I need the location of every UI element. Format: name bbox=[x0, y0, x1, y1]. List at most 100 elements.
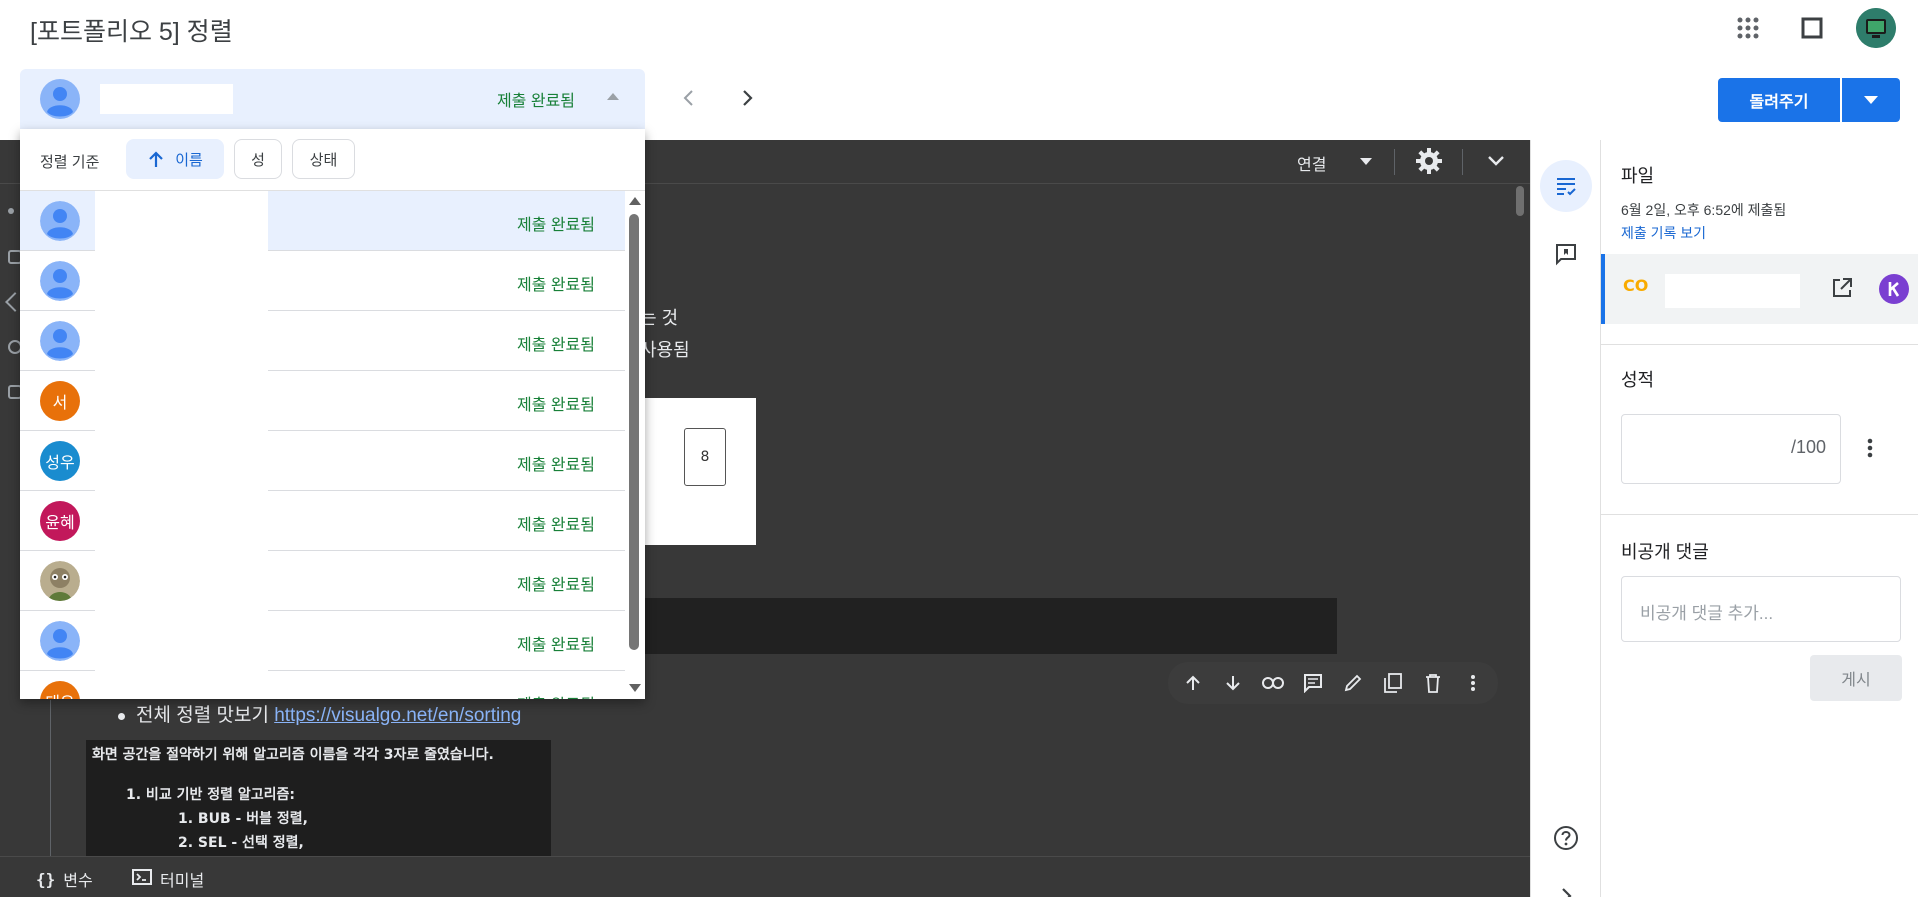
bullet-prefix: 전체 정렬 맛보기 bbox=[136, 705, 275, 726]
student-selector[interactable]: 제출 완료됨 bbox=[20, 69, 645, 129]
sort-chip-surname[interactable]: 성 bbox=[234, 139, 282, 179]
sort-chip-label: 성 bbox=[251, 151, 265, 169]
initials-avatar: 태우 bbox=[40, 681, 80, 699]
initials-avatar: 성우 bbox=[40, 441, 80, 481]
link-icon[interactable] bbox=[1258, 668, 1288, 698]
chevron-right-icon[interactable] bbox=[732, 82, 764, 114]
sort-chip-label: 이름 bbox=[175, 151, 203, 169]
notebook-bottom-bar: {} 변수 터미널 bbox=[0, 856, 1530, 897]
visualgo-link[interactable]: https://visualgo.net/en/sorting bbox=[274, 705, 521, 726]
connect-dropdown-icon[interactable] bbox=[1360, 158, 1372, 165]
edit-icon[interactable] bbox=[1338, 668, 1368, 698]
sort-bar: 정렬 기준 이름 성 상태 bbox=[20, 129, 645, 191]
default-avatar-icon bbox=[40, 321, 80, 361]
square-icon[interactable] bbox=[1792, 8, 1832, 48]
cell-gutter bbox=[50, 700, 51, 860]
more-vert-icon[interactable] bbox=[1867, 438, 1873, 463]
bullet-text: 전체 정렬 맛보기 https://visualgo.net/en/sortin… bbox=[136, 700, 521, 727]
help-icon[interactable] bbox=[1540, 812, 1592, 864]
private-comment-input[interactable]: 비공개 댓글 추가... bbox=[1621, 576, 1901, 642]
student-status: 제출 완료됨 bbox=[516, 517, 595, 534]
toolbar-divider bbox=[1462, 149, 1463, 175]
apps-grid-icon[interactable] bbox=[1728, 8, 1768, 48]
copy-icon[interactable] bbox=[1378, 668, 1408, 698]
rubric-icon[interactable] bbox=[1540, 160, 1592, 212]
terminal-button[interactable]: 터미널 bbox=[132, 867, 204, 891]
attached-file-card[interactable]: CO bbox=[1601, 254, 1918, 324]
chevron-down-icon[interactable] bbox=[1485, 150, 1507, 177]
initials-avatar: 윤혜 bbox=[40, 501, 80, 541]
sort-chip-name[interactable]: 이름 bbox=[126, 139, 224, 179]
file-heading: 파일 bbox=[1621, 166, 1655, 186]
page-title: [포트폴리오 5] 정렬 bbox=[30, 18, 233, 46]
section-divider bbox=[1601, 514, 1918, 515]
sort-label: 정렬 기준 bbox=[40, 154, 100, 171]
submitted-at: 6월 2일, 오후 6:52에 제출됨 bbox=[1621, 202, 1787, 218]
code-image-line: 2. SEL - 선택 정렬, bbox=[178, 835, 304, 851]
open-external-icon[interactable] bbox=[1831, 277, 1853, 304]
comment-icon[interactable] bbox=[1298, 668, 1328, 698]
variables-button[interactable]: {} 변수 bbox=[36, 867, 93, 891]
default-avatar-icon bbox=[40, 261, 80, 301]
grading-page: [포트폴리오 5] 정렬 제출 완료됨 돌려주기 연결 는 것 사용됨 8 전체… bbox=[0, 0, 1918, 897]
photo-avatar bbox=[40, 561, 80, 601]
viewer-scrollbar[interactable] bbox=[1516, 186, 1524, 216]
grade-out-of: /100 bbox=[1790, 437, 1826, 457]
more-vert-icon[interactable] bbox=[1458, 668, 1488, 698]
student-names-redacted bbox=[95, 191, 268, 699]
collapse-caret-icon[interactable] bbox=[607, 93, 619, 100]
terminal-label: 터미널 bbox=[160, 873, 205, 890]
default-avatar-icon bbox=[40, 201, 80, 241]
colab-icon: CO bbox=[1623, 276, 1649, 295]
gear-icon[interactable] bbox=[1414, 146, 1444, 181]
kami-icon[interactable] bbox=[1879, 274, 1909, 304]
dropdown-scrollbar-thumb[interactable] bbox=[629, 214, 639, 650]
arrow-up-icon[interactable] bbox=[1178, 668, 1208, 698]
student-status: 제출 완료됨 bbox=[516, 217, 595, 234]
sort-chip-status[interactable]: 상태 bbox=[292, 139, 355, 179]
student-status: 제출 완료됨 bbox=[517, 691, 595, 699]
right-icon-rail bbox=[1530, 140, 1600, 897]
notebook-text-fragment: 사용됨 bbox=[640, 340, 690, 360]
image-array-box: 8 bbox=[684, 428, 726, 486]
student-name-redacted bbox=[100, 84, 233, 114]
top-bar: [포트폴리오 5] 정렬 제출 완료됨 돌려주기 bbox=[0, 0, 1918, 140]
sort-chip-label: 상태 bbox=[309, 151, 338, 169]
private-comment-heading: 비공개 댓글 bbox=[1621, 542, 1709, 562]
post-comment-button[interactable]: 게시 bbox=[1810, 655, 1902, 701]
chevron-right-icon[interactable] bbox=[1540, 870, 1592, 897]
comment-placeholder: 비공개 댓글 추가... bbox=[1640, 604, 1774, 623]
scroll-up-icon[interactable] bbox=[629, 197, 641, 205]
student-nav bbox=[672, 82, 764, 114]
grading-side-panel: 파일 6월 2일, 오후 6:52에 제출됨 제출 기록 보기 CO 성적 /1… bbox=[1600, 140, 1918, 897]
grade-input[interactable]: /100 bbox=[1621, 414, 1841, 484]
return-button[interactable]: 돌려주기 bbox=[1718, 78, 1840, 122]
student-status: 제출 완료됨 bbox=[516, 457, 595, 474]
terminal-icon bbox=[132, 868, 152, 890]
trash-icon[interactable] bbox=[1418, 668, 1448, 698]
user-avatar-icon[interactable] bbox=[1856, 8, 1896, 48]
scroll-down-icon[interactable] bbox=[629, 684, 641, 692]
cell-toolbar bbox=[1168, 662, 1498, 704]
code-image-line: 화면 공간을 절약하기 위해 알고리즘 이름을 각각 3자로 줄였습니다. bbox=[92, 747, 494, 763]
grade-heading: 성적 bbox=[1621, 370, 1655, 390]
default-avatar-icon bbox=[40, 79, 80, 119]
feedback-icon[interactable] bbox=[1540, 228, 1592, 280]
connect-button[interactable]: 연결 bbox=[1297, 151, 1326, 175]
variables-label: 변수 bbox=[63, 873, 93, 890]
return-options-button[interactable] bbox=[1842, 78, 1900, 122]
student-status: 제출 완료됨 bbox=[516, 397, 595, 414]
selected-student-status: 제출 완료됨 bbox=[496, 93, 575, 110]
notebook-text-fragment: 는 것 bbox=[640, 308, 679, 328]
arrow-up-icon bbox=[149, 151, 163, 167]
menu-icon[interactable] bbox=[8, 208, 14, 214]
chevron-left-icon[interactable] bbox=[672, 82, 704, 114]
initials-avatar: 서 bbox=[40, 381, 80, 421]
file-name-redacted bbox=[1665, 274, 1800, 308]
default-avatar-icon bbox=[40, 621, 80, 661]
toolbar-divider bbox=[1394, 149, 1395, 175]
dropdown-arrow-icon bbox=[1864, 96, 1878, 104]
submission-history-link[interactable]: 제출 기록 보기 bbox=[1621, 223, 1706, 243]
arrow-down-icon[interactable] bbox=[1218, 668, 1248, 698]
code-image-line: 1. 비교 기반 정렬 알고리즘: bbox=[126, 787, 295, 803]
